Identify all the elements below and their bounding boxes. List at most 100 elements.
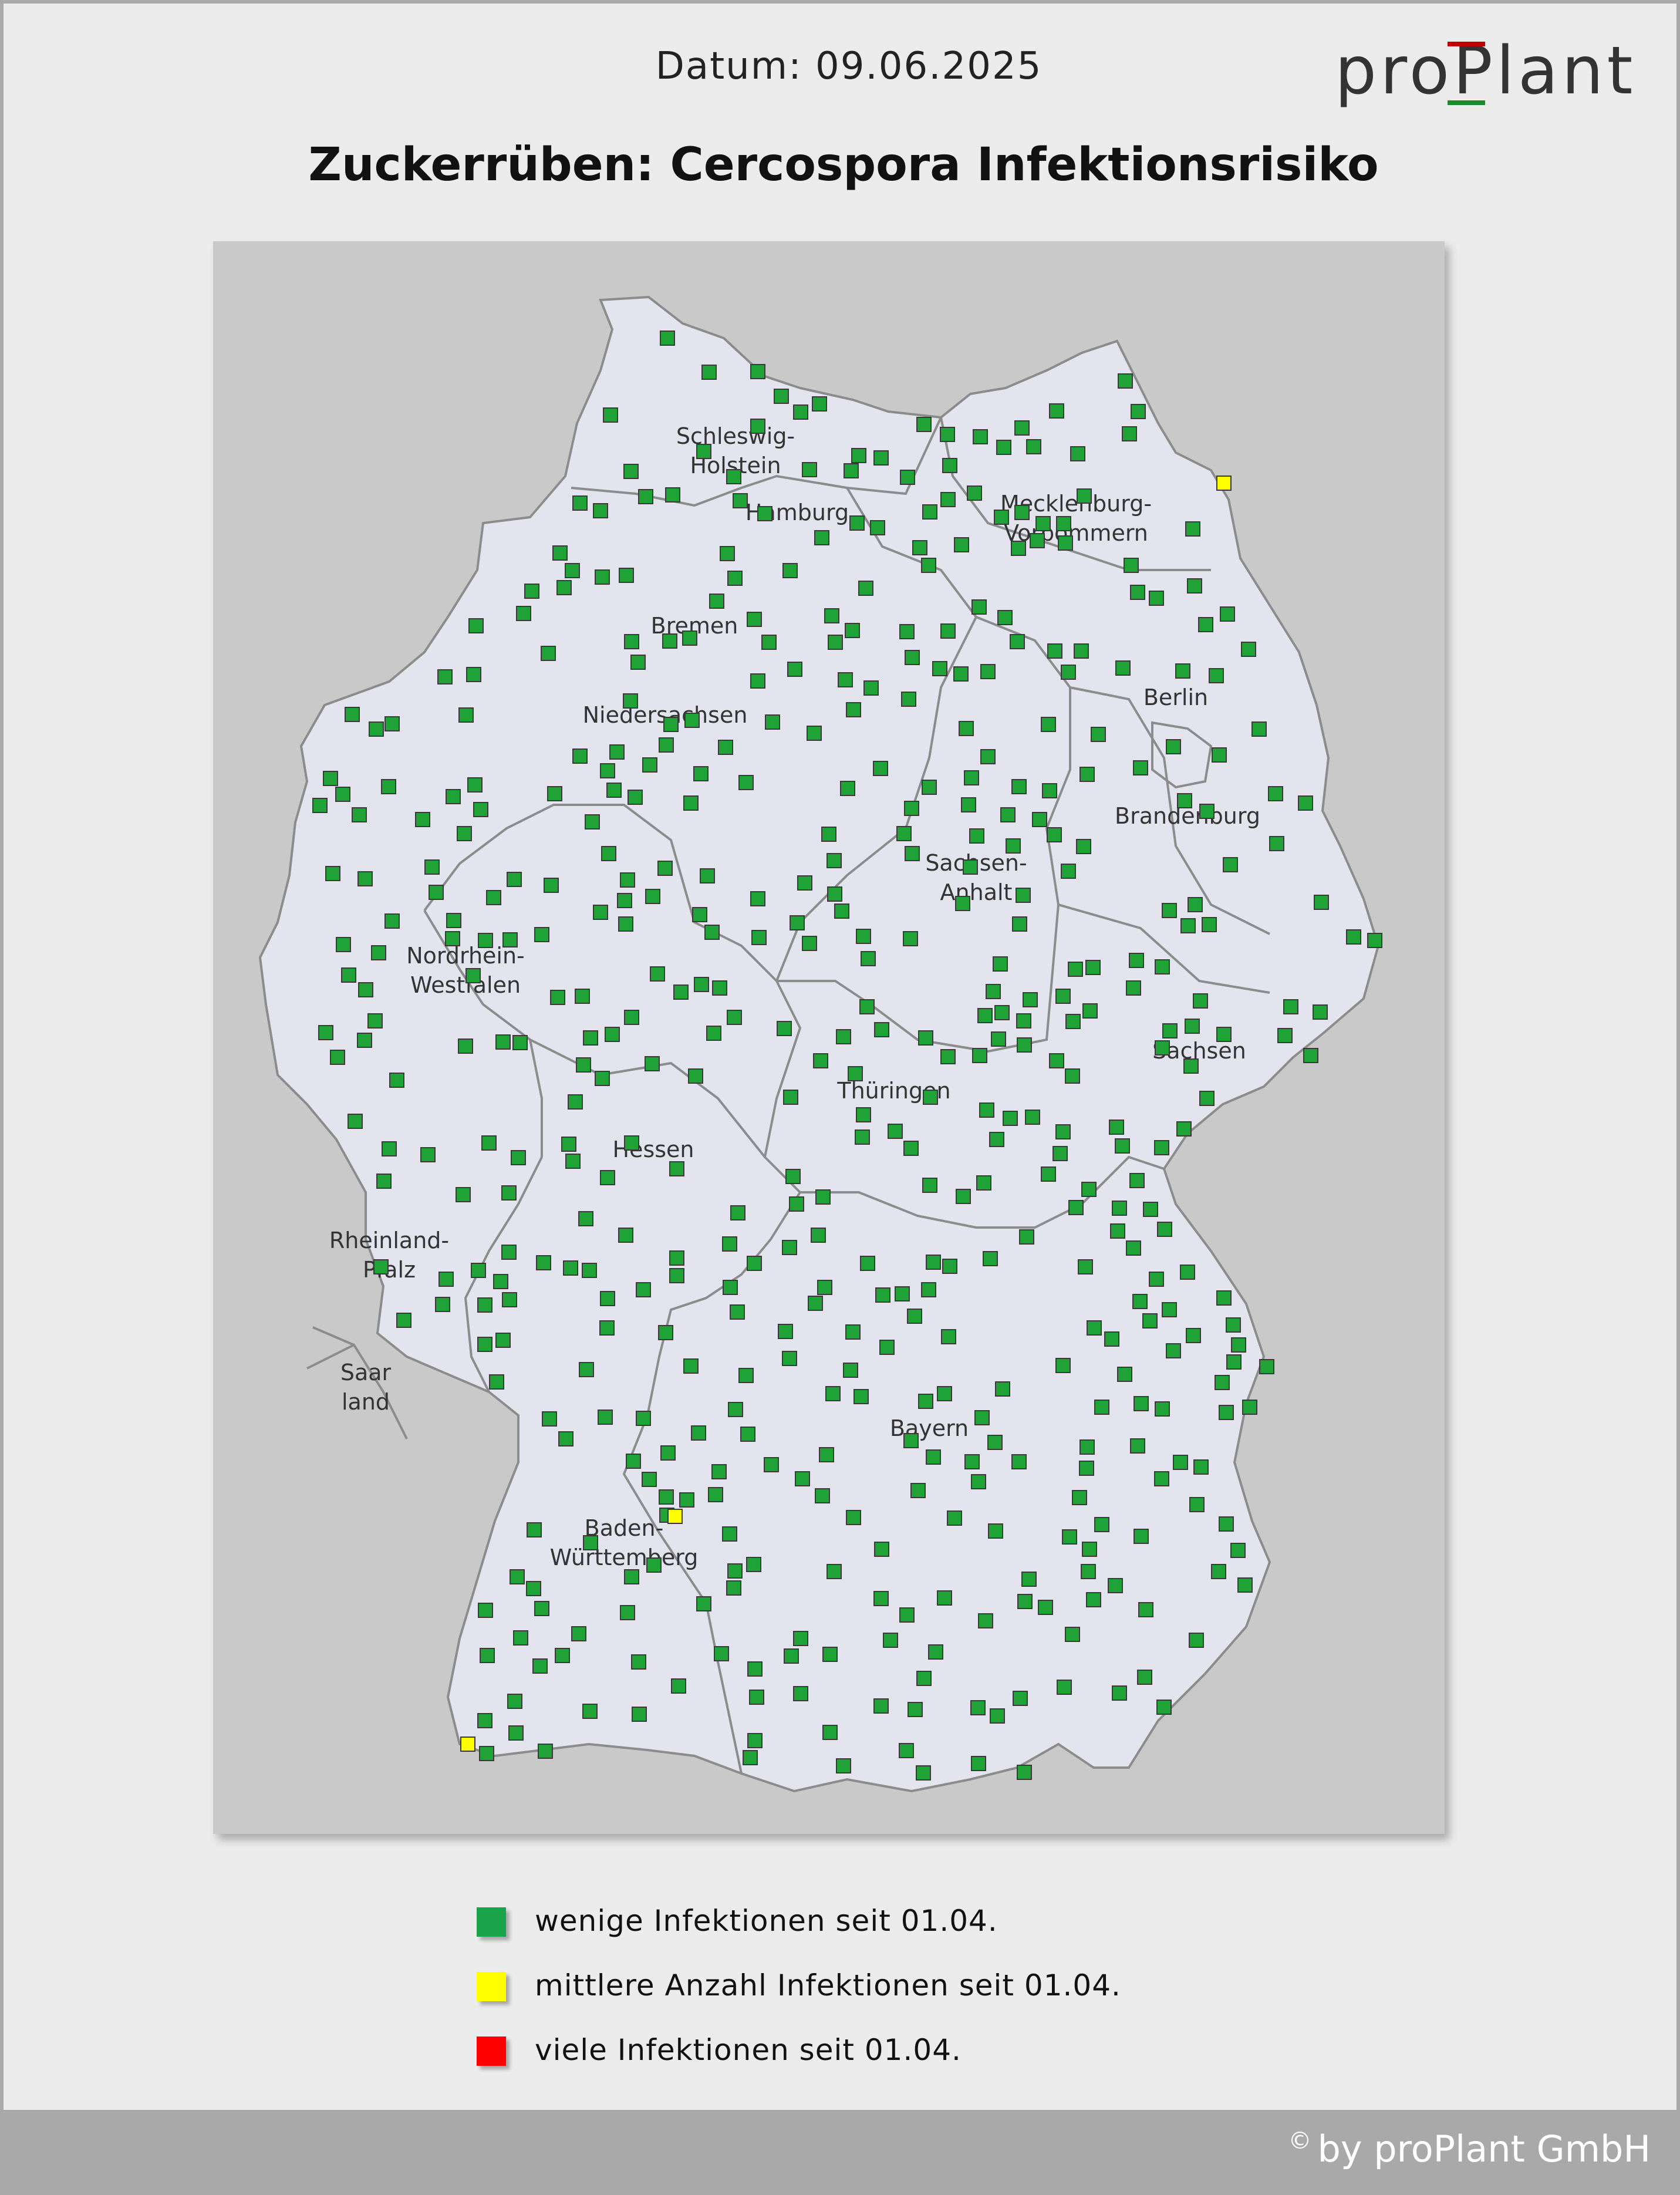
station-marker xyxy=(671,1678,686,1694)
station-marker xyxy=(1091,727,1106,742)
station-marker xyxy=(940,427,955,442)
station-marker xyxy=(628,790,643,805)
station-marker xyxy=(861,951,876,966)
station-marker xyxy=(480,1648,495,1663)
station-marker xyxy=(473,802,488,817)
station-marker xyxy=(550,990,565,1005)
station-marker xyxy=(1216,1027,1232,1042)
station-marker xyxy=(1134,1529,1149,1544)
station-marker xyxy=(626,1454,641,1469)
station-marker xyxy=(977,1008,993,1023)
station-marker xyxy=(646,1557,662,1573)
station-marker xyxy=(787,662,802,677)
station-marker xyxy=(534,927,549,942)
station-marker xyxy=(1109,1120,1124,1135)
station-marker xyxy=(696,1596,711,1611)
station-marker xyxy=(1078,1259,1093,1274)
station-marker xyxy=(1189,1497,1205,1512)
station-marker xyxy=(836,1758,851,1773)
station-marker xyxy=(970,1700,986,1715)
station-marker xyxy=(848,1066,863,1081)
station-marker xyxy=(997,610,1013,625)
station-marker xyxy=(493,1274,508,1289)
station-marker xyxy=(606,783,622,798)
station-marker xyxy=(916,417,932,432)
station-marker xyxy=(456,1187,471,1202)
station-marker xyxy=(855,1129,870,1145)
station-marker xyxy=(1187,578,1202,594)
footer-bar: © by proPlant GmbH xyxy=(0,2113,1680,2195)
station-marker xyxy=(714,1646,729,1661)
station-marker xyxy=(1241,642,1256,657)
station-marker xyxy=(510,1569,525,1584)
station-marker-medium xyxy=(667,1509,683,1524)
station-marker xyxy=(1117,1367,1132,1382)
station-marker xyxy=(846,1510,861,1525)
station-marker xyxy=(593,905,608,920)
station-marker xyxy=(575,989,590,1004)
region-label: Bayern xyxy=(890,1415,969,1441)
station-marker xyxy=(682,630,697,646)
station-marker xyxy=(424,859,440,875)
station-marker xyxy=(1277,1028,1293,1043)
station-marker xyxy=(585,814,600,830)
station-marker xyxy=(373,1259,389,1274)
station-marker xyxy=(657,861,673,876)
station-marker xyxy=(458,1039,473,1054)
station-marker xyxy=(720,546,735,561)
station-marker xyxy=(903,1433,919,1448)
station-marker xyxy=(793,1686,808,1701)
station-marker xyxy=(1026,439,1041,454)
station-marker xyxy=(722,1526,737,1542)
station-marker xyxy=(870,520,885,535)
station-marker xyxy=(899,1607,915,1623)
station-marker xyxy=(747,1256,762,1271)
station-marker xyxy=(1313,1004,1328,1020)
station-marker xyxy=(817,1280,832,1295)
station-marker xyxy=(856,929,871,944)
legend-item-medium: mittlere Anzahl Infektionen seit 01.04. xyxy=(473,1961,1295,2026)
station-marker xyxy=(980,749,996,764)
station-marker xyxy=(1223,857,1238,872)
station-marker xyxy=(618,916,633,932)
station-marker xyxy=(605,1027,620,1042)
station-marker xyxy=(899,624,915,639)
station-marker xyxy=(1188,897,1203,912)
station-marker xyxy=(789,1196,804,1212)
station-marker xyxy=(1082,1542,1097,1557)
station-marker xyxy=(600,1170,615,1185)
station-marker xyxy=(508,1725,524,1741)
station-marker xyxy=(814,530,829,545)
station-marker xyxy=(967,485,982,501)
station-marker xyxy=(738,1368,754,1383)
station-marker xyxy=(516,606,531,621)
station-marker xyxy=(1129,1173,1145,1188)
station-marker xyxy=(993,956,1008,972)
station-marker xyxy=(846,702,861,717)
station-marker xyxy=(987,1435,1003,1450)
station-marker xyxy=(1138,1602,1153,1617)
station-marker xyxy=(524,584,539,599)
station-marker xyxy=(1189,1633,1204,1648)
station-marker xyxy=(663,717,679,732)
station-marker xyxy=(910,1483,926,1498)
station-marker xyxy=(1079,1439,1095,1455)
station-marker xyxy=(1185,521,1200,537)
station-marker xyxy=(1012,916,1027,932)
station-marker xyxy=(941,1329,956,1344)
region-label-line: Bayern xyxy=(890,1415,969,1441)
station-marker-medium xyxy=(1216,476,1232,491)
station-marker xyxy=(631,1654,646,1670)
station-marker xyxy=(636,1282,651,1297)
station-marker xyxy=(465,968,481,983)
logo-text: proPlant xyxy=(1335,33,1636,109)
station-marker xyxy=(603,407,618,423)
station-marker xyxy=(836,1029,851,1044)
station-marker xyxy=(784,1648,799,1664)
station-marker xyxy=(693,766,709,781)
station-marker xyxy=(1049,1053,1064,1068)
station-marker xyxy=(986,984,1001,999)
station-marker xyxy=(738,775,754,790)
station-marker xyxy=(777,1021,792,1036)
station-marker xyxy=(369,721,384,737)
